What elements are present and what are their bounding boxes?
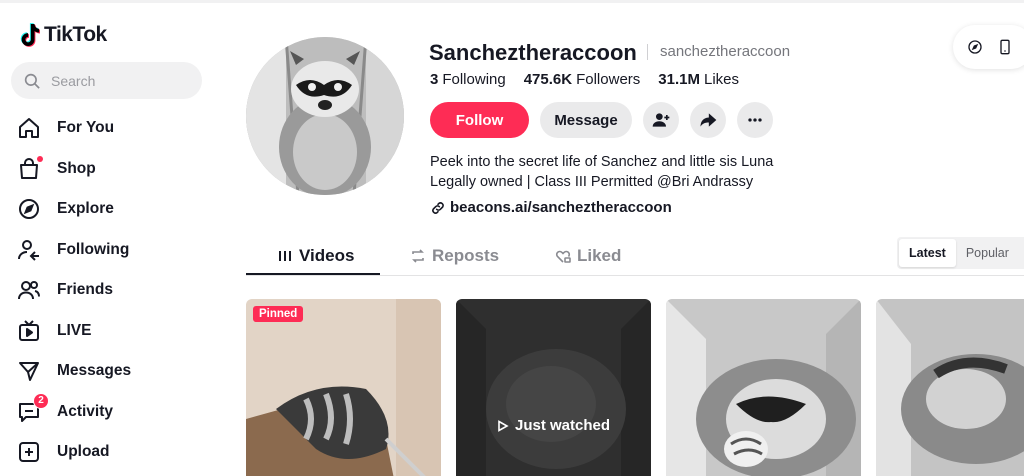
compass-icon <box>17 197 41 221</box>
share-arrow-icon <box>700 113 717 127</box>
message-button[interactable]: Message <box>540 102 632 138</box>
video-thumbnail-image <box>456 299 651 476</box>
sidebar-item-label: Explore <box>57 200 114 218</box>
profile-actions: Follow Message <box>430 102 773 138</box>
search-icon <box>24 73 40 89</box>
following-count: 3 <box>430 71 439 88</box>
video-thumbnail[interactable]: Pinned <box>246 299 441 476</box>
search-input[interactable] <box>51 72 191 89</box>
bio-line: Peek into the secret life of Sanchez and… <box>430 154 774 170</box>
profile-avatar[interactable] <box>246 37 404 195</box>
raccoon-avatar-image <box>246 37 404 195</box>
sidebar-item-for-you[interactable]: For You <box>0 108 220 149</box>
pinned-badge: Pinned <box>253 306 304 322</box>
activity-badge: 2 <box>33 392 49 409</box>
send-icon <box>17 359 41 383</box>
notification-dot <box>37 155 43 162</box>
sidebar-item-label: Following <box>57 240 130 258</box>
sidebar-item-label: Upload <box>57 443 110 461</box>
floating-actions <box>953 25 1024 69</box>
video-thumbnail[interactable] <box>666 299 861 476</box>
just-watched-label: Just watched <box>514 417 611 434</box>
shopping-bag-icon <box>17 155 43 181</box>
sidebar-item-live[interactable]: LIVE <box>0 311 220 352</box>
share-button[interactable] <box>690 102 726 138</box>
plus-square-icon <box>17 440 41 464</box>
sort-popular[interactable]: Popular <box>956 239 1019 267</box>
heart-lock-icon <box>555 250 571 263</box>
bio-line: Legally owned | Class III Permitted @Bri… <box>430 174 754 190</box>
sort-latest[interactable]: Latest <box>899 239 956 267</box>
followers-label: Followers <box>576 71 641 88</box>
compass-icon[interactable] <box>967 39 983 55</box>
more-options-button[interactable] <box>737 102 773 138</box>
play-icon <box>498 419 509 432</box>
likes-count: 31.1M <box>658 71 700 88</box>
followers-count: 475.6K <box>523 71 573 88</box>
sidebar-item-following[interactable]: Following <box>0 230 220 271</box>
video-thumbnail-image <box>246 299 441 476</box>
more-horizontal-icon <box>748 118 762 122</box>
tab-label: Videos <box>299 246 355 265</box>
suggested-accounts-button[interactable] <box>643 102 679 138</box>
handle-divider <box>647 44 648 60</box>
logo-text: TikTok <box>44 23 107 46</box>
tab-reposts[interactable]: Reposts <box>410 236 499 276</box>
repost-icon <box>412 249 424 263</box>
tiktok-logo-icon <box>20 23 40 47</box>
sidebar-item-label: Activity <box>57 402 113 420</box>
sidebar-item-label: Shop <box>57 159 96 177</box>
sidebar-item-messages[interactable]: Messages <box>0 351 220 392</box>
sidebar-item-shop[interactable]: Shop <box>0 149 220 190</box>
following-stat[interactable]: 3 Following <box>430 71 506 88</box>
friends-icon <box>17 278 41 302</box>
tiktok-logo[interactable]: TikTok <box>18 22 107 48</box>
sidebar-item-label: Friends <box>57 281 113 299</box>
sidebar-nav: For You Shop Explore Following Friends L… <box>0 108 220 473</box>
link-icon <box>432 201 444 214</box>
video-thumbnail[interactable]: Just watched <box>456 299 651 476</box>
sidebar-item-label: Messages <box>57 362 132 380</box>
followers-stat[interactable]: 475.6K Followers <box>524 71 641 88</box>
sidebar-item-label: For You <box>57 119 115 137</box>
video-thumbnail-image <box>666 299 861 476</box>
search-bar[interactable] <box>11 62 202 99</box>
sidebar-item-label: LIVE <box>57 321 92 339</box>
sidebar-item-upload[interactable]: Upload <box>0 432 220 473</box>
video-thumbnail-image <box>876 299 1024 476</box>
profile-stats: 3 Following 475.6K Followers 31.1M Likes <box>430 71 739 88</box>
just-watched-overlay: Just watched <box>456 417 651 434</box>
profile-username: Sancheztheraccoon <box>429 40 637 65</box>
tab-label: Liked <box>577 246 622 265</box>
profile-link[interactable]: beacons.ai/sancheztheraccoon <box>430 199 672 216</box>
sidebar-item-explore[interactable]: Explore <box>0 189 220 230</box>
sidebar: TikTok For You Shop Explore <box>0 0 220 476</box>
active-tab-indicator <box>246 273 380 275</box>
follow-button[interactable]: Follow <box>430 102 529 138</box>
sidebar-item-activity[interactable]: 2 Activity <box>0 392 220 433</box>
following-label: Following <box>442 71 506 88</box>
home-icon <box>17 116 41 140</box>
mobile-phone-icon[interactable] <box>997 39 1013 55</box>
sort-toggle: Latest Popular <box>897 237 1024 269</box>
activity-icon: 2 <box>17 392 49 424</box>
grid-icon <box>279 251 291 261</box>
likes-label: Likes <box>703 71 740 88</box>
profile-bio: Peek into the secret life of Sanchez and… <box>430 152 773 192</box>
tab-label: Reposts <box>432 246 500 265</box>
tab-liked[interactable]: Liked <box>555 236 621 276</box>
sidebar-item-friends[interactable]: Friends <box>0 270 220 311</box>
following-user-icon <box>17 238 41 262</box>
video-thumbnail[interactable] <box>876 299 1024 476</box>
add-user-icon <box>652 113 670 127</box>
link-text: beacons.ai/sancheztheraccoon <box>450 199 672 216</box>
tab-videos[interactable]: Videos <box>277 236 354 276</box>
likes-stat: 31.1M Likes <box>658 71 739 88</box>
profile-handle: sancheztheraccoon <box>660 43 791 60</box>
tv-live-icon <box>17 319 41 343</box>
